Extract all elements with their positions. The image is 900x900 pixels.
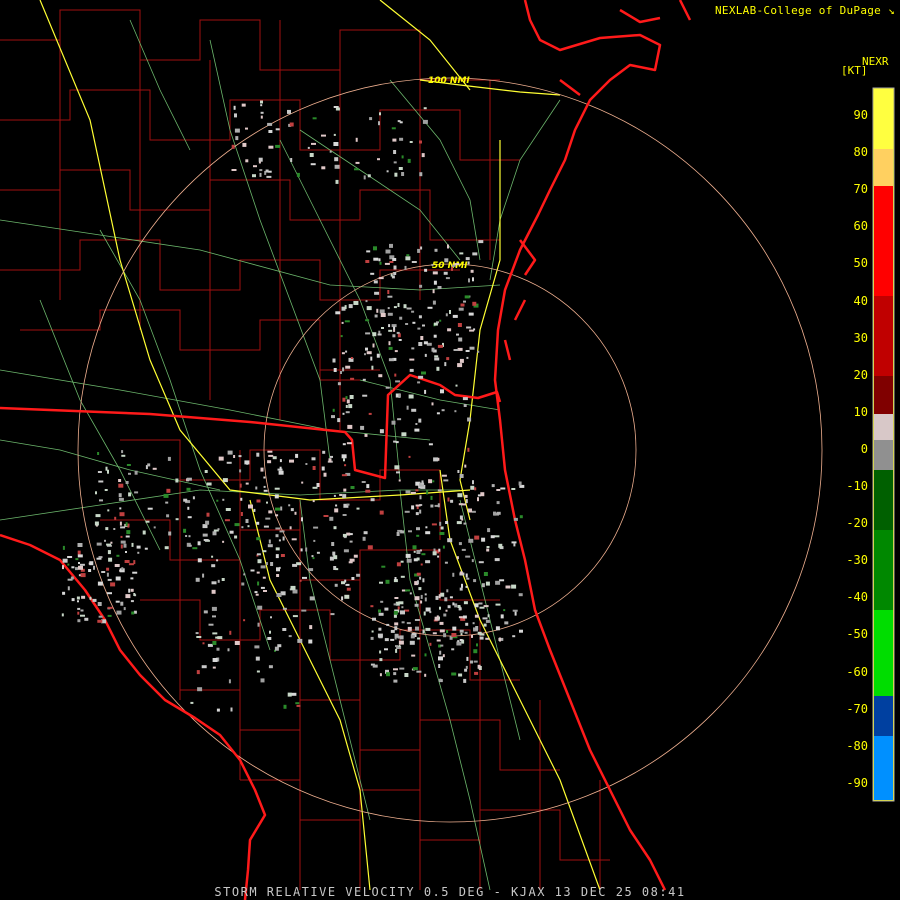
map-background — [0, 0, 900, 900]
legend-tick-label: -40 — [846, 590, 868, 605]
legend-tick-label: 30 — [853, 330, 868, 345]
legend-tick-label: 70 — [853, 182, 868, 197]
radar-map: 100 NMI 50 NMI — [0, 0, 900, 900]
legend-tick-label: -60 — [846, 664, 868, 679]
product-caption: STORM RELATIVE VELOCITY 0.5 DEG - KJAX 1… — [214, 885, 686, 899]
velocity-color-scale — [872, 87, 895, 802]
legend-tick-label: 40 — [853, 293, 868, 308]
legend-tick-label: 60 — [853, 219, 868, 234]
legend-tick-label: -70 — [846, 701, 868, 716]
legend-units: [KT] — [841, 64, 868, 77]
range-label-100-nmi: 100 NMI — [428, 76, 470, 86]
legend-tick-label: 0 — [860, 441, 868, 456]
range-label-50-nmi: 50 NMI — [432, 261, 468, 271]
header-credit: NEXLAB-College of DuPage ↘ — [715, 4, 895, 17]
legend-tick-label: 50 — [853, 256, 868, 271]
credit-text: NEXLAB-College of DuPage — [714, 4, 882, 17]
legend-tick-label: 90 — [853, 108, 868, 122]
legend-tick-label: -50 — [846, 627, 868, 642]
legend-tick-label: 80 — [853, 145, 868, 160]
legend-tick-label: 20 — [853, 367, 868, 382]
legend-tick-label: -10 — [846, 479, 868, 493]
legend-tick-label: -80 — [846, 738, 868, 753]
legend-tick-label: -30 — [846, 553, 868, 568]
nexlab-mark-icon: ↘ — [888, 4, 895, 17]
legend-tick-label: 10 — [853, 404, 868, 419]
legend-tick-label: -90 — [846, 775, 868, 790]
legend-tick-label: -20 — [846, 516, 868, 531]
